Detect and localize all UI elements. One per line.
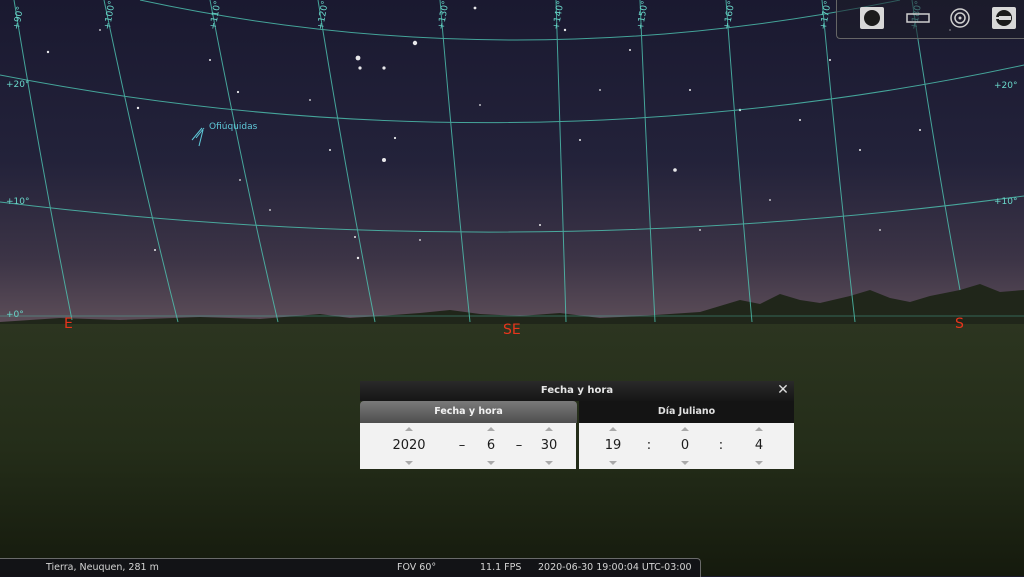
ocular-frame-button[interactable] <box>905 6 931 30</box>
year-value[interactable]: 2020 <box>389 438 429 454</box>
location-text: Tierra, Neuquen, 281 m <box>46 562 159 573</box>
tab-date-time[interactable]: Fecha y hora <box>360 401 577 423</box>
time-separator: : <box>718 438 724 453</box>
telescope-button[interactable] <box>991 6 1017 30</box>
arrow-up-icon[interactable] <box>545 427 553 431</box>
year-spinbox[interactable]: 2020 <box>389 423 429 469</box>
hour-spinbox[interactable]: 19 <box>593 423 633 469</box>
moon-disk-button[interactable] <box>859 6 885 30</box>
date-separator: – <box>515 438 523 453</box>
time-separator: : <box>646 438 652 453</box>
ra-line <box>639 0 656 323</box>
ra-label: +160° <box>722 0 737 31</box>
fov-text: FOV 60° <box>397 562 437 573</box>
object-label: Ofiúquidas <box>209 122 258 132</box>
arrow-down-icon[interactable] <box>487 461 495 465</box>
tab-julian-day[interactable]: Día Juliano <box>579 401 794 423</box>
dec-label: +20° <box>994 81 1018 91</box>
dec-line-30 <box>139 0 901 41</box>
ra-line <box>439 0 471 323</box>
view-toolbar <box>836 0 1024 39</box>
ra-line <box>911 0 961 291</box>
ra-line <box>821 0 856 323</box>
arrow-down-icon[interactable] <box>609 461 617 465</box>
ra-label: +170° <box>819 0 834 31</box>
second-spinbox[interactable]: 4 <box>739 423 779 469</box>
ra-line <box>13 0 73 321</box>
cardinal-south: S <box>955 316 964 332</box>
moon-disk-icon <box>860 7 884 29</box>
close-icon[interactable]: ✕ <box>776 383 790 397</box>
arrow-up-icon[interactable] <box>755 427 763 431</box>
ra-line <box>317 0 376 323</box>
ra-line <box>103 0 179 323</box>
minute-value[interactable]: 0 <box>665 438 705 454</box>
ra-label: +140° <box>552 0 567 31</box>
target-button[interactable] <box>947 6 973 30</box>
arrow-up-icon[interactable] <box>681 427 689 431</box>
ra-label: +90° <box>12 6 26 31</box>
target-icon <box>950 8 970 28</box>
cardinal-southeast: SE <box>503 322 521 338</box>
arrow-down-icon[interactable] <box>755 461 763 465</box>
ra-label: +150° <box>636 0 651 31</box>
arrow-up-icon[interactable] <box>487 427 495 431</box>
dec-line-20 <box>0 64 1024 124</box>
day-spinbox[interactable]: 30 <box>529 423 569 469</box>
rectangle-icon <box>906 13 930 23</box>
arrow-up-icon[interactable] <box>609 427 617 431</box>
second-value[interactable]: 4 <box>739 438 779 454</box>
dec-label: +20° <box>6 80 30 90</box>
arrow-down-icon[interactable] <box>681 461 689 465</box>
ra-line <box>209 0 279 323</box>
ra-label: +120° <box>316 0 331 31</box>
dec-label: +10° <box>994 197 1018 207</box>
ra-label: +130° <box>437 0 452 31</box>
date-time-dialog: Fecha y hora ✕ Fecha y hora Día Juliano … <box>360 381 794 469</box>
cardinal-east: E <box>64 316 73 332</box>
minute-spinbox[interactable]: 0 <box>665 423 705 469</box>
datetime-text: 2020-06-30 19:00:04 UTC-03:00 <box>538 562 692 573</box>
ra-line <box>725 0 753 323</box>
dialog-title[interactable]: Fecha y hora <box>360 381 794 401</box>
time-panel: 19 : 0 : 4 <box>579 423 794 469</box>
radiant-marker-icon <box>191 127 205 147</box>
status-bar: Tierra, Neuquen, 281 m FOV 60° 11.1 FPS … <box>0 558 701 577</box>
arrow-up-icon[interactable] <box>405 427 413 431</box>
fps-text: 11.1 FPS <box>480 562 522 573</box>
telescope-icon <box>992 7 1016 29</box>
arrow-down-icon[interactable] <box>545 461 553 465</box>
arrow-down-icon[interactable] <box>405 461 413 465</box>
hour-value[interactable]: 19 <box>593 438 633 454</box>
month-spinbox[interactable]: 6 <box>471 423 511 469</box>
date-separator: – <box>458 438 466 453</box>
dec-label: +0° <box>6 310 24 320</box>
coordinate-grid: +90° +100° +110° +120° +130° +140° +150° +160° +… <box>0 0 1024 338</box>
date-panel: 2020 – 6 – 30 <box>360 423 576 469</box>
month-value[interactable]: 6 <box>471 438 511 454</box>
day-value[interactable]: 30 <box>529 438 569 454</box>
ra-line <box>555 0 567 323</box>
meteor-shower-radiant[interactable]: Ofiúquidas <box>191 122 258 147</box>
dec-line-10 <box>0 195 1024 233</box>
dec-label: +10° <box>6 197 30 207</box>
